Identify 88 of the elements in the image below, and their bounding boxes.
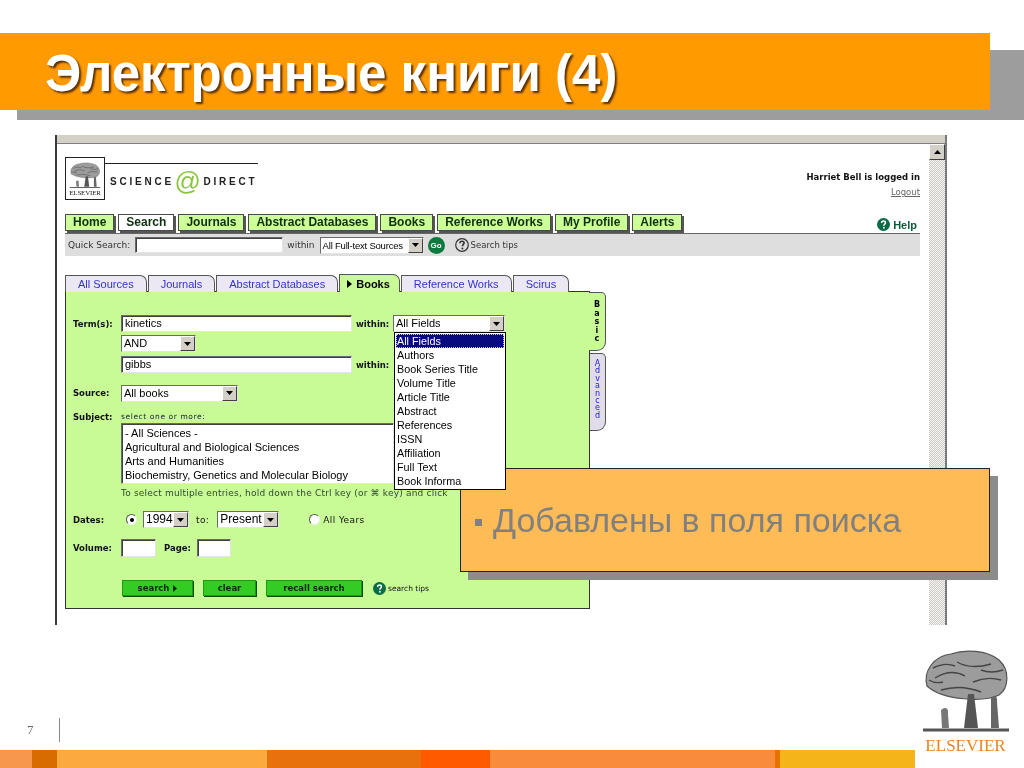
dropdown[interactable]: Present [217, 511, 280, 528]
dropdown-option[interactable]: Book Series Title [396, 362, 478, 376]
field-label: Source: [73, 388, 110, 398]
publisher-logo-text: ELSEVIER [925, 736, 1006, 755]
caret-icon [489, 316, 504, 331]
source-tab[interactable]: Scirus [512, 275, 570, 292]
field-label: Subject: [73, 411, 113, 422]
field-label: within [287, 240, 315, 250]
go-button[interactable]: Go [427, 236, 445, 254]
search-term-field[interactable]: gibbs [121, 356, 352, 373]
source-tab[interactable]: Books [339, 274, 400, 292]
field-label: within: [356, 318, 390, 329]
tree-drawing [69, 162, 101, 189]
dropdown[interactable]: All books [121, 384, 238, 402]
search-term-field[interactable]: kinetics [121, 315, 352, 332]
source-tab[interactable]: Journals [147, 275, 216, 292]
dropdown-option[interactable]: Book Informa [396, 474, 462, 488]
caret-icon [173, 512, 188, 527]
list-option[interactable]: - All Sciences - [125, 426, 198, 440]
source-tab[interactable]: Reference Works [400, 275, 512, 292]
nav-tab[interactable]: Books [380, 214, 434, 231]
caret-icon [347, 279, 353, 288]
callout-text: Добавлены в поля поиска [493, 500, 902, 540]
volume-field[interactable] [121, 539, 156, 557]
form-button[interactable]: recall search [266, 580, 362, 596]
form-button[interactable]: search [122, 580, 193, 596]
dropdown-option[interactable]: Full Text [396, 460, 437, 474]
dropdown[interactable]: All Full-text Sources [319, 236, 424, 254]
list-option[interactable]: Agricultural and Biological Sciences [125, 440, 300, 454]
help-link[interactable]: Help [893, 218, 917, 231]
field-label: Dates: [73, 514, 105, 525]
caret-icon [222, 385, 237, 401]
list-option[interactable]: Arts and Humanities [125, 454, 225, 468]
help-icon[interactable] [373, 581, 386, 595]
caret-icon [173, 584, 178, 592]
field-label: Quick Search: [68, 240, 131, 250]
page-field[interactable] [197, 539, 231, 557]
quick-search-field[interactable] [135, 237, 284, 253]
slide-title: Электронные книги (4) [45, 43, 618, 104]
field-label: within: [356, 359, 390, 370]
dropdown-option[interactable]: Authors [396, 348, 435, 362]
search-tips-link[interactable]: Search tips [470, 240, 518, 250]
list-option[interactable]: Biochemistry, Genetics and Molecular Biology [125, 468, 348, 482]
mode-tab[interactable]: Advanced [590, 353, 606, 431]
dropdown-option[interactable]: ISSN [396, 432, 423, 446]
source-tab[interactable]: All Sources [65, 275, 147, 292]
subject-list[interactable]: - All Sciences - Agricultural and Biological Sciences Arts and Humanities Biochemistry, Genetics and Molecular Biology [121, 423, 394, 484]
page-number: 7 [27, 722, 34, 738]
nav-tab[interactable]: Journals [178, 214, 245, 231]
source-tab[interactable]: Abstract Databases [216, 275, 339, 292]
nav-tab[interactable]: Reference Works [437, 214, 551, 231]
form-button[interactable]: clear [203, 580, 256, 596]
logo-word: DIRECT [203, 176, 258, 187]
help-icon[interactable] [877, 218, 891, 231]
field-label: Term(s): [73, 318, 113, 329]
logo-symbol: @ [174, 167, 201, 194]
dropdown-option[interactable]: Article Title [396, 390, 450, 404]
field-label: Volume: [73, 543, 112, 553]
caret-icon [180, 336, 195, 351]
nav-tab[interactable]: Search [118, 214, 175, 231]
radio-button[interactable] [309, 514, 321, 525]
field-label: Page: [164, 543, 191, 553]
nav-tab[interactable]: My Profile [554, 214, 629, 231]
mode-tab[interactable]: Basic [589, 292, 606, 351]
help-icon[interactable] [454, 238, 469, 252]
dropdown[interactable]: 1994 [143, 511, 189, 528]
field-label: to: [196, 514, 210, 525]
radio-label: All Years [323, 514, 365, 525]
bullet-icon [475, 518, 482, 526]
caret-icon [263, 512, 279, 527]
caret-icon [407, 237, 423, 253]
dropdown-option[interactable]: Abstract [396, 404, 437, 418]
up-arrow-icon [933, 150, 941, 154]
radio-button[interactable] [126, 514, 137, 525]
logo-word: SCIENCE [110, 176, 175, 187]
dropdown[interactable]: All Fields [393, 315, 505, 332]
dropdown-option[interactable]: Volume Title [396, 376, 456, 390]
logout-link[interactable]: Logout [890, 187, 920, 197]
dropdown-option[interactable]: All Fields [396, 334, 504, 348]
dropdown-option[interactable]: References [396, 418, 453, 432]
login-status: Harriet Bell is logged in [806, 172, 920, 182]
dropdown-menu[interactable]: All Fields Authors Book Series Title Volume Title Article Title Abstract References ISSN Affiliation Full Text Book Informa [394, 332, 506, 490]
nav-tab[interactable]: Alerts [632, 214, 683, 231]
dropdown-option[interactable]: Affiliation [396, 446, 441, 460]
nav-tab[interactable]: Home [65, 214, 115, 231]
scroll-up-button[interactable] [929, 144, 945, 160]
dropdown[interactable]: AND [121, 335, 196, 352]
nav-tab[interactable]: Abstract Databases [248, 214, 377, 231]
